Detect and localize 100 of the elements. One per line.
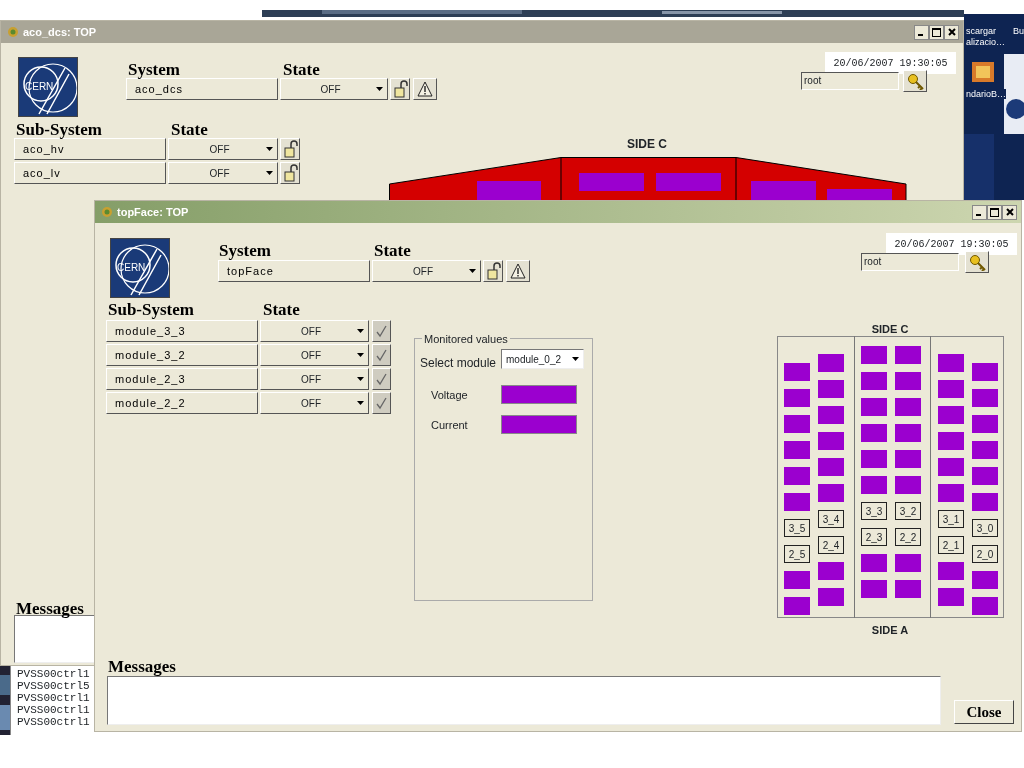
window-title: topFace: TOP: [117, 204, 189, 220]
module-label: 3_1: [938, 510, 964, 528]
warning-icon: [417, 81, 433, 97]
user-field[interactable]: root: [801, 72, 899, 90]
module-indicator: [972, 467, 998, 485]
module-indicator: [972, 415, 998, 433]
close-button[interactable]: [944, 24, 959, 40]
subsystem-field[interactable]: module_3_2: [106, 344, 258, 366]
module-label: 2_0: [972, 545, 998, 563]
key-button[interactable]: [965, 251, 989, 273]
close-icon: [1005, 208, 1014, 216]
module-indicator: [938, 432, 964, 450]
caret-icon: [266, 147, 273, 151]
desktop-icon-label[interactable]: scargar: [966, 26, 996, 36]
caret-icon: [357, 401, 364, 405]
padlock-icon: [392, 80, 408, 98]
module-indicator: [938, 406, 964, 424]
module-indicator: [818, 588, 844, 606]
column-heading: State: [374, 242, 411, 259]
lock-button[interactable]: [280, 138, 300, 160]
caret-icon: [572, 357, 579, 361]
state-dropdown[interactable]: OFF: [260, 368, 369, 390]
padlock-icon: [282, 140, 298, 158]
subsystem-field[interactable]: module_2_3: [106, 368, 258, 390]
desktop-icon-label[interactable]: Bu: [1013, 26, 1024, 36]
module-indicator: [818, 432, 844, 450]
module-indicator: [784, 363, 810, 381]
lock-button[interactable]: [390, 78, 410, 100]
messages-heading: Messages: [108, 658, 176, 675]
module-indicator: [861, 372, 887, 390]
module-indicator: [861, 450, 887, 468]
caret-icon: [469, 269, 476, 273]
module-label: 3_3: [861, 502, 887, 520]
subsystem-field[interactable]: module_3_3: [106, 320, 258, 342]
window-title: aco_dcs: TOP: [23, 24, 97, 40]
state-dropdown[interactable]: OFF: [260, 320, 369, 342]
key-button[interactable]: [903, 70, 927, 92]
column-heading: State: [171, 121, 208, 138]
module-indicator: [895, 398, 921, 416]
state-dropdown[interactable]: OFF: [280, 78, 388, 100]
minimize-button[interactable]: [914, 24, 929, 40]
module-indicator: [861, 554, 887, 572]
column-heading: Sub-System: [108, 301, 194, 318]
module-indicator: [938, 458, 964, 476]
maximize-icon: [932, 27, 941, 37]
log-line: PVSS00ctrl1: [17, 716, 90, 728]
desktop-icon-label[interactable]: ndarioB…: [966, 89, 1007, 99]
subsystem-field[interactable]: aco_hv: [14, 138, 166, 160]
state-dropdown[interactable]: OFF: [260, 344, 369, 366]
module-indicator: [784, 441, 810, 459]
close-button[interactable]: [1002, 204, 1017, 220]
module-indicator: [784, 389, 810, 407]
system-name-field[interactable]: topFace: [218, 260, 370, 282]
key-icon: [906, 72, 924, 90]
column-heading: System: [128, 61, 180, 78]
module-label: 3_5: [784, 519, 810, 537]
minimize-button[interactable]: [972, 204, 987, 220]
subsystem-field[interactable]: module_2_2: [106, 392, 258, 414]
caret-icon: [357, 377, 364, 381]
module-indicator: [938, 588, 964, 606]
padlock-icon: [485, 262, 501, 280]
state-dropdown[interactable]: OFF: [260, 392, 369, 414]
module-label: 2_2: [895, 528, 921, 546]
warning-button[interactable]: [506, 260, 530, 282]
module-indicator: [818, 458, 844, 476]
column-heading: State: [283, 61, 320, 78]
module-indicator: [938, 354, 964, 372]
state-dropdown[interactable]: OFF: [168, 162, 278, 184]
lock-button[interactable]: [483, 260, 503, 282]
module-indicator: [784, 415, 810, 433]
maximize-button[interactable]: [987, 204, 1002, 220]
check-button[interactable]: [372, 368, 391, 390]
check-button[interactable]: [372, 392, 391, 414]
module-indicator: [861, 580, 887, 598]
module-indicator: [972, 389, 998, 407]
module-label: 3_2: [895, 502, 921, 520]
check-button[interactable]: [372, 320, 391, 342]
warning-button[interactable]: [413, 78, 437, 100]
module-indicator: [818, 354, 844, 372]
module-indicator: [895, 424, 921, 442]
state-dropdown[interactable]: OFF: [168, 138, 278, 160]
check-icon: [375, 324, 388, 338]
log-line: PVSS00ctrl1: [17, 692, 90, 704]
maximize-button[interactable]: [929, 24, 944, 40]
subsystem-field[interactable]: aco_lv: [14, 162, 166, 184]
module-dropdown[interactable]: module_0_2: [501, 349, 584, 369]
user-field[interactable]: root: [861, 253, 959, 271]
module-indicator: [784, 597, 810, 615]
module-label: 2_4: [818, 536, 844, 554]
module-indicator: [972, 441, 998, 459]
check-button[interactable]: [372, 344, 391, 366]
system-name-field[interactable]: aco_dcs: [126, 78, 278, 100]
module-indicator: [818, 380, 844, 398]
state-dropdown[interactable]: OFF: [372, 260, 481, 282]
key-icon: [968, 253, 986, 271]
lock-button[interactable]: [280, 162, 300, 184]
module-indicator: [938, 380, 964, 398]
close-button[interactable]: Close: [954, 700, 1014, 724]
module-indicator: [972, 493, 998, 511]
desktop-icon-label[interactable]: alizacio…: [966, 37, 1005, 47]
